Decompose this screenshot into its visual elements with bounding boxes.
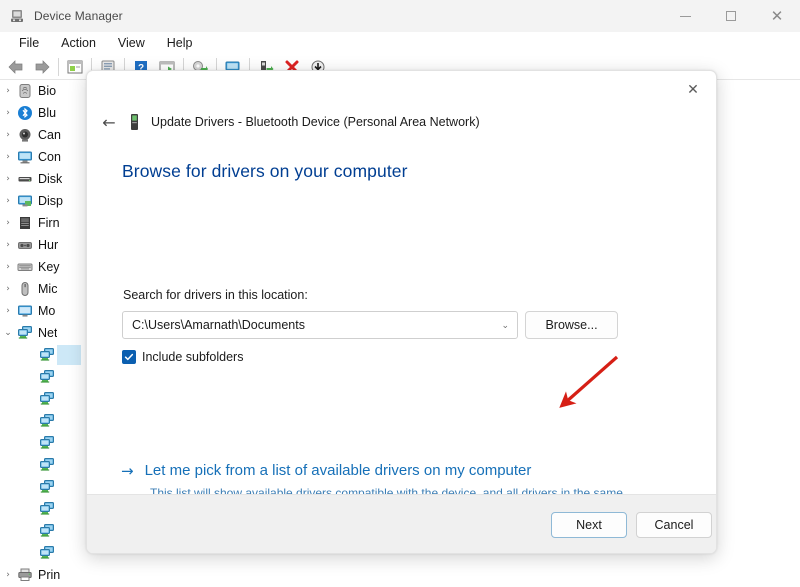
keyboard-icon <box>16 259 33 276</box>
network-adapter-icon <box>38 413 55 430</box>
network-adapter-icon <box>38 369 55 386</box>
tree-selection-highlight <box>57 345 81 365</box>
tree-item-label: Prin <box>38 568 61 582</box>
camera-icon <box>16 127 33 144</box>
tree-item-label: Blu <box>38 106 57 120</box>
chevron-right-icon[interactable]: › <box>0 124 16 146</box>
network-adapter-icon <box>38 457 55 474</box>
biometric-icon <box>16 83 33 100</box>
network-adapter-icon <box>38 501 55 518</box>
chevron-right-icon[interactable]: › <box>0 212 16 234</box>
forward-icon[interactable] <box>29 55 55 79</box>
chevron-right-icon[interactable]: › <box>0 102 16 124</box>
tree-item-label: Mo <box>38 304 56 318</box>
pick-driver-link-label: Let me pick from a list of available dri… <box>144 462 532 479</box>
chevron-right-icon[interactable]: › <box>0 300 16 322</box>
window-title: Device Manager <box>34 9 123 23</box>
properties-icon[interactable] <box>62 55 88 79</box>
device-icon <box>126 112 142 132</box>
maximize-button[interactable] <box>708 0 754 32</box>
tree-item-label: Mic <box>38 282 58 296</box>
back-arrow-icon: ← <box>102 112 116 132</box>
printer-icon <box>16 567 33 584</box>
chevron-right-icon[interactable]: › <box>0 80 16 102</box>
location-combobox[interactable]: C:\Users\Amarnath\Documents ⌄ <box>122 311 518 339</box>
close-icon: ✕ <box>687 82 699 98</box>
arrow-right-icon: → <box>121 462 134 480</box>
network-adapter-icon <box>38 479 55 496</box>
close-icon: ✕ <box>770 6 784 25</box>
dialog-header: ← Update Drivers - Bluetooth Device (Per… <box>87 107 716 137</box>
browse-button[interactable]: Browse... <box>525 311 618 339</box>
pick-driver-link[interactable]: → Let me pick from a list of available d… <box>121 461 531 481</box>
tree-item-label: Hur <box>38 238 59 252</box>
chevron-right-icon[interactable]: › <box>0 168 16 190</box>
menu-item-view[interactable]: View <box>107 34 156 52</box>
tree-item-label: Bio <box>38 84 57 98</box>
tree-item-label: Can <box>38 128 61 142</box>
tree-item-label: Net <box>38 326 58 340</box>
chevron-right-icon[interactable]: › <box>0 190 16 212</box>
bluetooth-icon <box>16 105 33 122</box>
menu-bar: File Action View Help <box>0 32 800 54</box>
network-adapter-icon <box>38 545 55 562</box>
window-controls: ✕ <box>662 0 800 32</box>
tree-item-label: Firn <box>38 216 60 230</box>
menu-item-help[interactable]: Help <box>156 34 204 52</box>
tree-item-label: Disk <box>38 172 63 186</box>
tree-item-label: Key <box>38 260 60 274</box>
toolbar-separator <box>58 57 59 76</box>
dialog-heading: Browse for drivers on your computer <box>122 161 408 181</box>
monitor-icon <box>16 303 33 320</box>
cancel-button[interactable]: Cancel <box>636 512 712 538</box>
back-icon[interactable] <box>3 55 29 79</box>
next-button[interactable]: Next <box>551 512 627 538</box>
dialog-close-button[interactable]: ✕ <box>674 75 712 105</box>
chevron-right-icon[interactable]: › <box>0 564 16 586</box>
menu-item-file[interactable]: File <box>8 34 50 52</box>
network-adapter-icon <box>38 523 55 540</box>
device-manager-icon <box>9 8 25 24</box>
tree-item-label: Con <box>38 150 61 164</box>
cancel-button-label: Cancel <box>654 518 694 532</box>
include-subfolders-checkbox[interactable] <box>122 350 136 364</box>
device-manager-window: Device Manager ✕ File Action View Help ? <box>0 0 800 587</box>
search-location-label: Search for drivers in this location: <box>123 288 308 302</box>
dialog-header-title: Update Drivers - Bluetooth Device (Perso… <box>151 115 480 129</box>
minimize-button[interactable] <box>662 0 708 32</box>
include-subfolders-row[interactable]: Include subfolders <box>122 350 243 364</box>
chevron-down-icon[interactable]: ⌄ <box>0 322 16 344</box>
network-adapter-icon <box>38 435 55 452</box>
tree-item-label: Disp <box>38 194 64 208</box>
include-subfolders-label: Include subfolders <box>142 350 244 364</box>
network-adapter-icon <box>38 347 55 364</box>
back-button[interactable]: ← <box>92 107 126 137</box>
hid-icon <box>16 237 33 254</box>
chevron-right-icon[interactable]: › <box>0 234 16 256</box>
mouse-icon <box>16 281 33 298</box>
computer-icon <box>16 149 33 166</box>
firmware-icon <box>16 215 33 232</box>
network-adapter-icon <box>16 325 33 342</box>
close-button[interactable]: ✕ <box>754 0 800 32</box>
chevron-down-icon[interactable]: ⌄ <box>501 312 509 340</box>
browse-button-label: Browse... <box>545 318 598 332</box>
chevron-right-icon[interactable]: › <box>0 256 16 278</box>
tree-item-prin[interactable]: › Prin <box>0 564 800 586</box>
disk-drive-icon <box>16 171 33 188</box>
next-button-label: Next <box>576 518 602 532</box>
menu-item-action[interactable]: Action <box>50 34 107 52</box>
display-adapter-icon <box>16 193 33 210</box>
title-bar: Device Manager ✕ <box>0 0 800 32</box>
chevron-right-icon[interactable]: › <box>0 146 16 168</box>
update-drivers-dialog: ✕ ← Update Drivers - Bluetooth Device (P… <box>86 70 717 554</box>
network-adapter-icon <box>38 391 55 408</box>
chevron-right-icon[interactable]: › <box>0 278 16 300</box>
location-value: C:\Users\Amarnath\Documents <box>132 318 305 332</box>
dialog-footer: Next Cancel <box>87 494 716 553</box>
